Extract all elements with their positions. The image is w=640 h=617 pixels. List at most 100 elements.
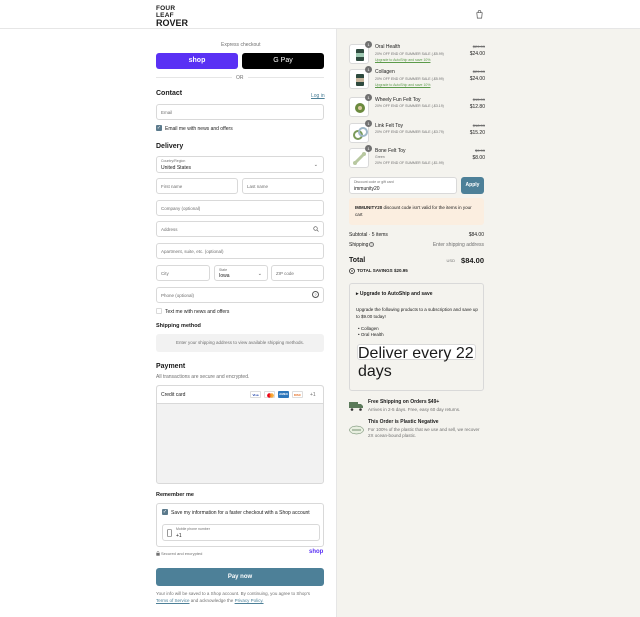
help-icon[interactable]: ? — [369, 242, 374, 247]
savings-value: $20.95 — [393, 268, 408, 273]
shipping-method-note: Enter your shipping address to view avai… — [156, 334, 324, 352]
express-checkout-label: Express checkout — [221, 42, 261, 48]
more-cards-label: +1 — [310, 392, 316, 398]
quantity-badge: 1 — [365, 120, 372, 127]
item-price: $12.80 — [469, 104, 485, 110]
phone-placeholder: Phone (optional) — [161, 293, 195, 298]
email-placeholder: Email — [161, 110, 173, 115]
item-name: Bone Felt Toy — [375, 148, 406, 154]
brand-logo[interactable]: FOUR LEAF ROVER — [156, 5, 192, 27]
total-label: Total — [349, 257, 366, 264]
credit-card-label: Credit card — [161, 392, 186, 398]
search-icon — [313, 226, 319, 232]
item-price: $8.00 — [472, 155, 485, 161]
savings-label: TOTAL SAVINGS — [357, 268, 393, 273]
apartment-field[interactable]: Apartment, suite, etc. (optional) — [156, 243, 324, 259]
autoship-product-name: Collagen — [360, 326, 379, 331]
delivery-heading: Delivery — [156, 143, 184, 150]
total-savings: TOTAL SAVINGS $20.95 — [357, 268, 408, 273]
save-info-label: Save my information for a faster checkou… — [171, 510, 310, 516]
shop-pay-label: shop — [188, 57, 206, 64]
shipping-value: Enter shipping address — [432, 242, 484, 248]
item-discount: 20% OFF END OF SUMMER SALE (-$5.99) — [375, 52, 444, 56]
mobile-phone-value: +1 — [176, 533, 182, 539]
shop-pay-button[interactable]: shop — [156, 53, 238, 69]
news-checkbox[interactable]: ✓ — [156, 125, 162, 131]
company-placeholder: Company (optional) — [161, 206, 201, 211]
chevron-down-icon: ⌄ — [313, 162, 318, 168]
autoship-link[interactable]: Upgrade to AutoShip and save 10% — [375, 58, 430, 62]
autoship-product: • Collagen — [358, 326, 379, 331]
email-field[interactable]: Email — [156, 104, 324, 120]
autoship-product-name: Oral Health — [360, 332, 384, 337]
country-select[interactable]: Country/Region United States ⌄ — [156, 156, 324, 173]
news-label: Email me with news and offers — [165, 126, 233, 132]
autoship-link[interactable]: Upgrade to AutoShip and save 10% — [375, 83, 430, 87]
zip-field[interactable]: ZIP code — [271, 265, 324, 281]
item-old-price: $29.99 — [472, 44, 485, 49]
state-label: State — [219, 268, 228, 272]
warning-code: IMMUNITY20 — [355, 205, 383, 210]
apartment-placeholder: Apartment, suite, etc. (optional) — [161, 249, 224, 254]
discount-code-label: Discount code or gift card — [354, 180, 394, 184]
autoship-product: • Oral Health — [358, 332, 384, 337]
payment-subtext: All transactions are secure and encrypte… — [156, 374, 250, 380]
mobile-phone-label: Mobile phone number — [176, 527, 210, 531]
save-info-checkbox[interactable]: ✓ — [162, 509, 168, 515]
credit-card-header[interactable]: Credit card Visa AMEX DISC +1 — [157, 386, 323, 404]
discount-code-field[interactable]: Discount code or gift card immunity20 — [349, 177, 457, 194]
deliver-every-select[interactable]: Deliver every 22 days ⌄ — [357, 344, 476, 380]
help-icon[interactable]: ? — [312, 291, 319, 298]
divider — [248, 77, 324, 78]
currency-label: USD — [446, 258, 455, 263]
phone-field[interactable]: Phone (optional) ? — [156, 287, 324, 303]
autoship-title: ▸ Upgrade to AutoShip and save — [356, 291, 433, 297]
item-discount: 20% OFF END OF SUMMER SALE (-$3.79) — [375, 130, 444, 134]
subtotal-label: Subtotal · 5 items — [349, 232, 388, 238]
quantity-badge: 1 — [365, 41, 372, 48]
zip-placeholder: ZIP code — [276, 271, 294, 276]
tag-icon — [349, 268, 355, 274]
state-value: Iowa — [219, 273, 230, 279]
first-name-field[interactable]: First name — [156, 178, 238, 194]
legal-line2: Terms of Service and acknowledge the Pri… — [156, 598, 264, 603]
last-name-placeholder: Last name — [247, 184, 269, 189]
remember-me-box: ✓ Save my information for a faster check… — [156, 503, 324, 547]
secure-label: Secured and encrypted — [161, 551, 203, 556]
item-variant: Green — [375, 155, 385, 159]
perk-title: Free Shipping on Orders $49+ — [368, 399, 440, 405]
shopping-bag-icon[interactable] — [475, 10, 484, 19]
item-discount: 20% OFF END OF SUMMER SALE (-$3.19) — [375, 104, 444, 108]
last-name-field[interactable]: Last name — [242, 178, 324, 194]
mastercard-icon — [264, 391, 275, 398]
google-pay-label: G Pay — [273, 57, 293, 64]
plastic-negative-icon — [349, 425, 364, 435]
privacy-link[interactable]: Privacy Policy. — [235, 598, 264, 603]
text-offers-checkbox[interactable] — [156, 308, 162, 314]
item-old-price: $29.99 — [472, 69, 485, 74]
address-placeholder: Address — [161, 227, 178, 232]
city-field[interactable]: City — [156, 265, 210, 281]
apply-button[interactable]: Apply — [461, 177, 484, 194]
state-select[interactable]: State Iowa ⌄ — [214, 265, 268, 281]
item-discount: 20% OFF END OF SUMMER SALE (-$5.99) — [375, 77, 444, 81]
item-price: $24.00 — [469, 51, 485, 57]
pay-now-button[interactable]: Pay now — [156, 568, 324, 586]
item-old-price: $15.99 — [472, 97, 485, 102]
credit-card-section[interactable]: Credit card Visa AMEX DISC +1 — [156, 385, 324, 484]
warning-text: IMMUNITY20 discount code isn't valid for… — [355, 204, 479, 218]
login-link[interactable]: Log in — [311, 93, 325, 99]
truck-icon — [349, 402, 363, 411]
mobile-phone-field[interactable]: Mobile phone number +1 — [162, 524, 320, 541]
google-pay-button[interactable]: G Pay — [242, 53, 324, 69]
address-field[interactable]: Address — [156, 221, 324, 237]
company-field[interactable]: Company (optional) — [156, 200, 324, 216]
header: FOUR LEAF ROVER — [0, 0, 640, 29]
quantity-badge: 1 — [365, 145, 372, 152]
item-old-price: $18.99 — [472, 123, 485, 128]
terms-link[interactable]: Terms of Service — [156, 598, 190, 603]
lock-icon — [156, 551, 160, 556]
first-name-placeholder: First name — [161, 184, 183, 189]
brand-line2: ROVER — [156, 18, 189, 28]
chevron-down-icon: ⌄ — [465, 350, 470, 356]
